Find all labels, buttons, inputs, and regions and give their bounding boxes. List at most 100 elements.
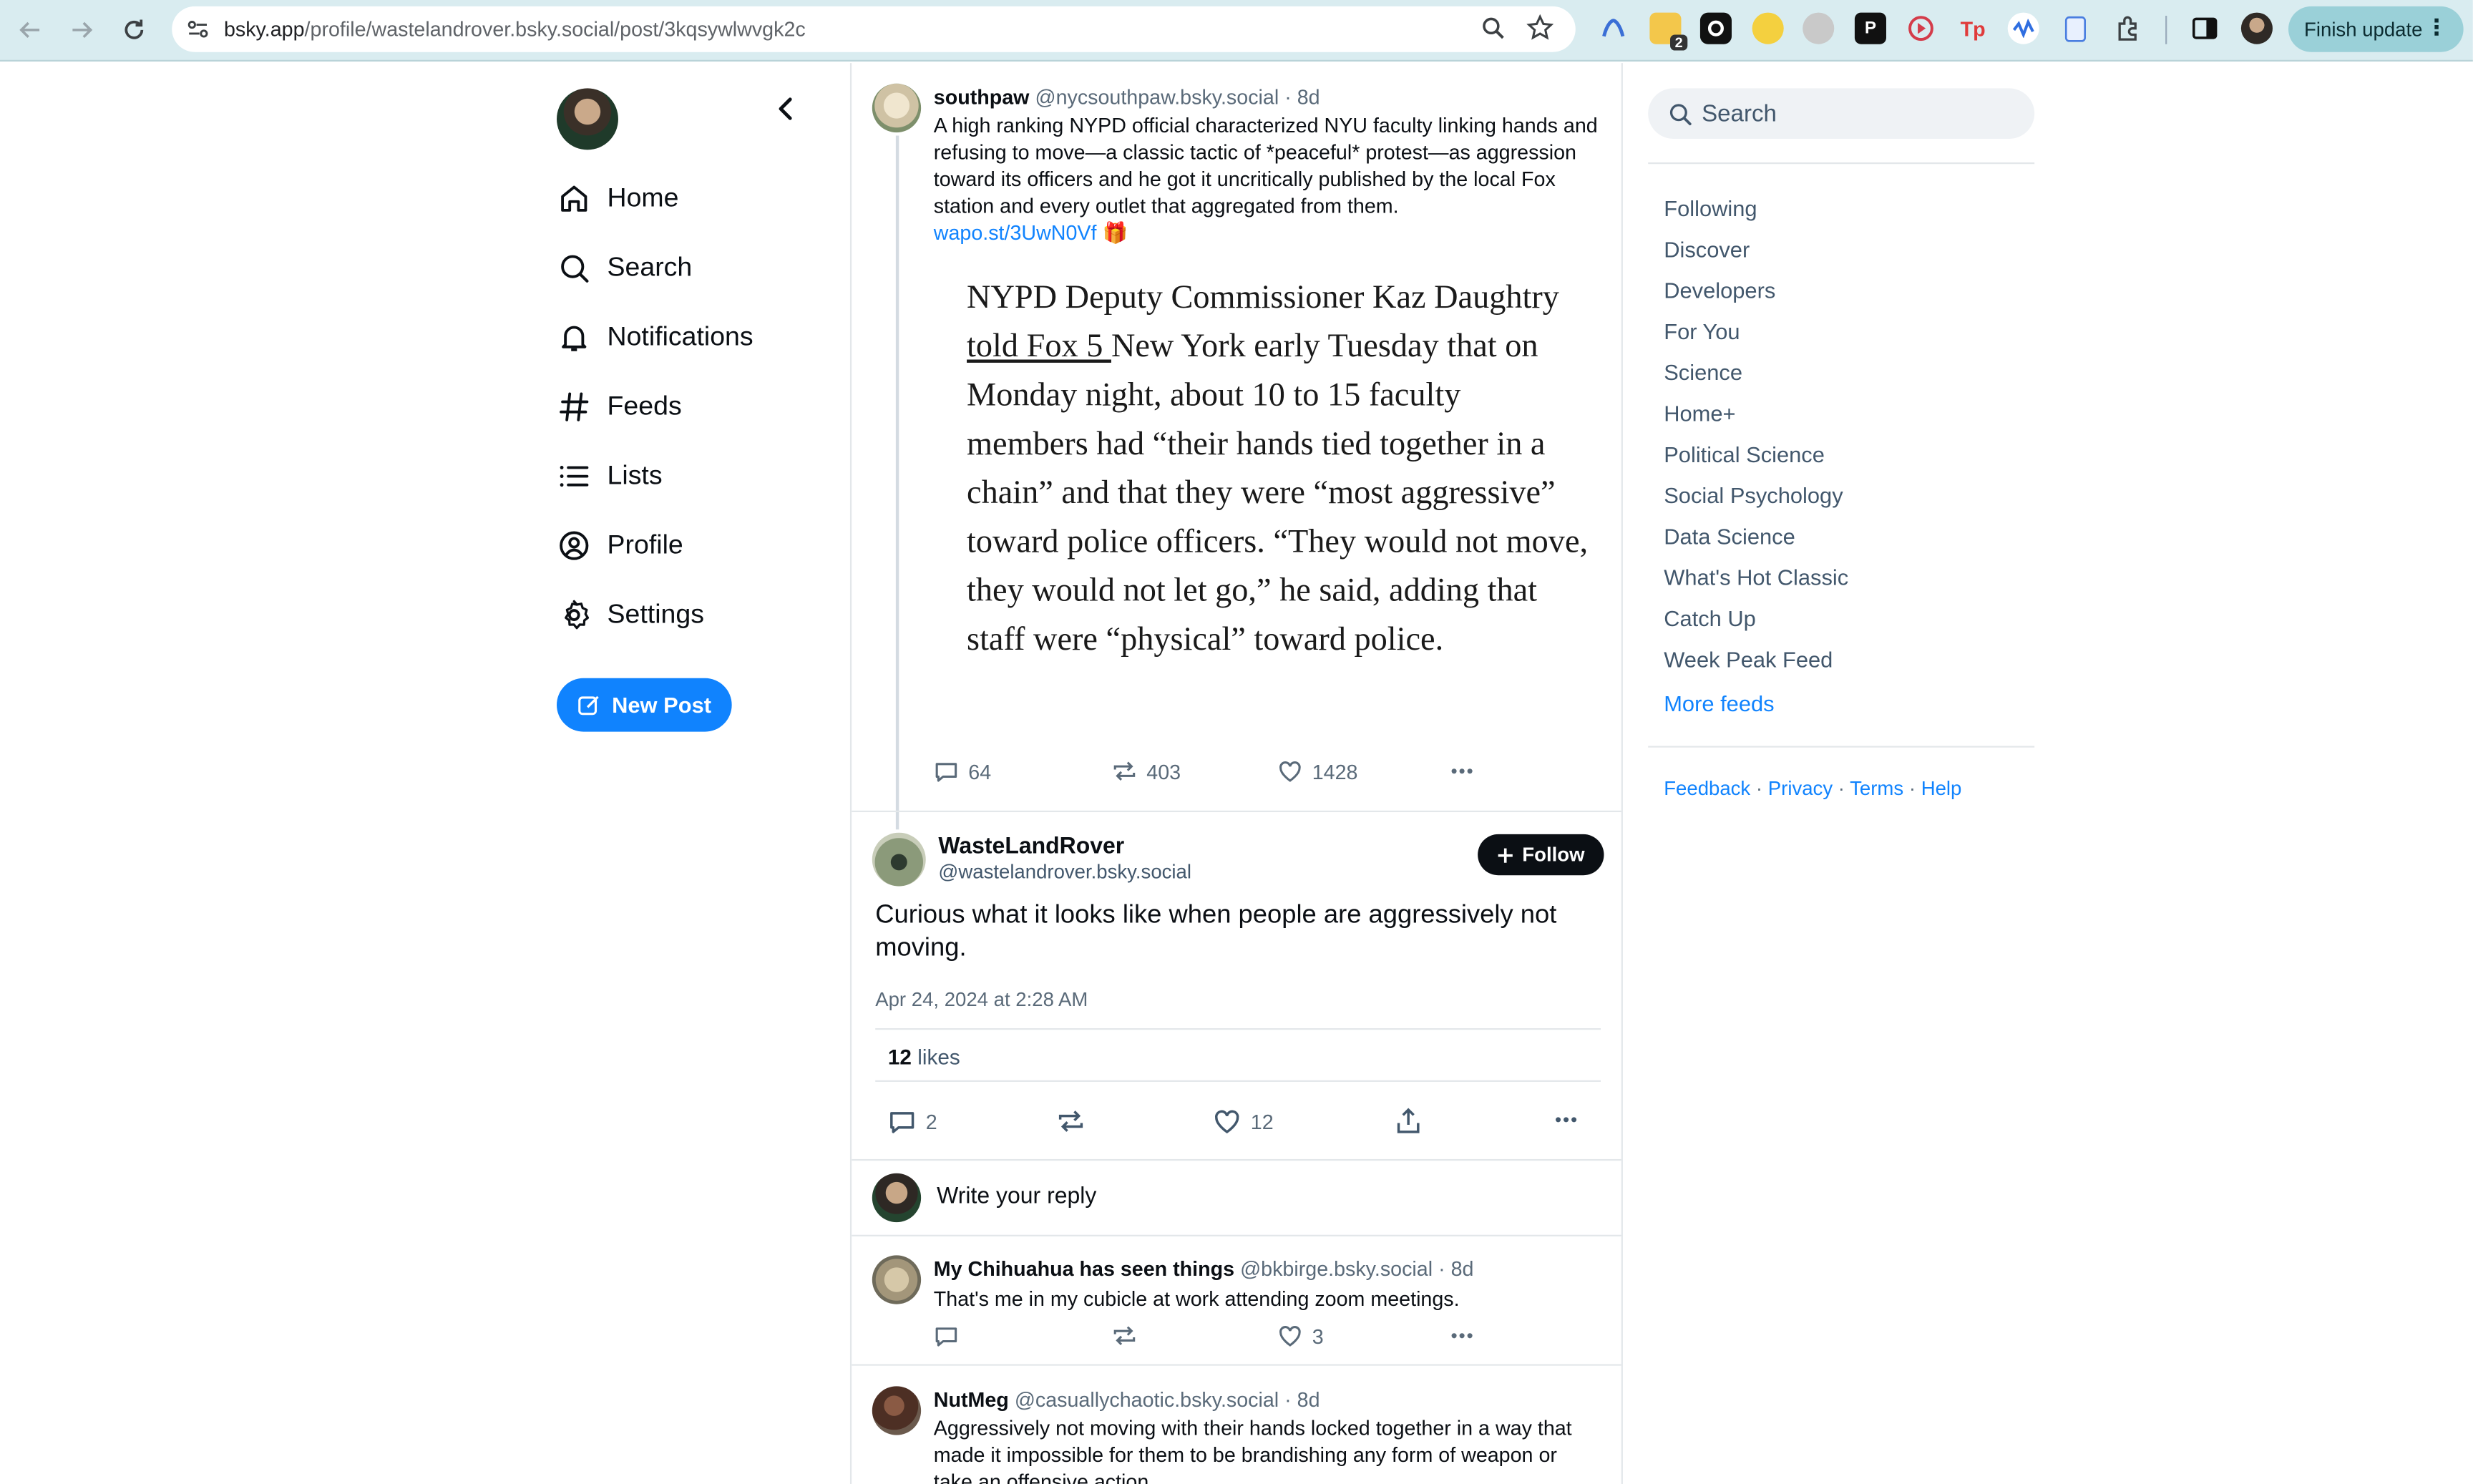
my-avatar[interactable] (557, 88, 618, 150)
parent-post-link[interactable]: wapo.st/3UwN0Vf (934, 221, 1097, 245)
main-post-text: Curious what it looks like when people a… (875, 900, 1557, 962)
extension-5-icon[interactable] (1803, 12, 1835, 44)
plus-icon (1498, 847, 1513, 862)
more-dots-icon (1451, 768, 1473, 774)
reply1-age: · 8d (1438, 1256, 1474, 1281)
divider (1648, 162, 2035, 165)
divider (875, 1080, 1601, 1082)
reply2-author-name[interactable]: NutMeg (934, 1388, 1009, 1412)
privacy-link[interactable]: Privacy (1768, 778, 1833, 800)
main-post-timestamp: Apr 24, 2024 at 2:28 AM (875, 988, 1088, 1011)
nav-feeds[interactable]: Feeds (557, 384, 682, 431)
feed-link-developers[interactable]: Developers (1664, 278, 1775, 303)
main-like-button[interactable]: 12 (1213, 1107, 1274, 1136)
quote-link[interactable]: told Fox 5 (967, 326, 1111, 364)
help-link[interactable]: Help (1921, 778, 1962, 800)
site-settings-icon[interactable] (186, 17, 210, 49)
reload-icon[interactable] (117, 13, 151, 47)
feed-link-data-science[interactable]: Data Science (1664, 524, 1795, 549)
reply2-author-handle[interactable]: @casuallychaotic.bsky.social (1015, 1388, 1279, 1412)
share-button[interactable] (1394, 1107, 1423, 1136)
more-feeds-link[interactable]: More feeds (1664, 690, 1774, 716)
divider (852, 1234, 1621, 1236)
side-panel-icon[interactable] (2189, 13, 2220, 44)
southpaw-avatar[interactable] (872, 83, 922, 133)
back-chevron-icon[interactable] (770, 93, 801, 125)
nav-notifications[interactable]: Notifications (557, 314, 753, 361)
parent-author-handle[interactable]: @nycsouthpaw.bsky.social (1035, 85, 1279, 109)
main-author-handle[interactable]: @wastelandrover.bsky.social (938, 861, 1191, 883)
nav-search[interactable]: Search (557, 245, 692, 292)
toolbar-divider (2165, 16, 2167, 44)
heart-icon (1279, 761, 1301, 782)
extension-wave-icon[interactable] (2007, 12, 2039, 44)
follow-button[interactable]: Follow (1478, 834, 1604, 876)
main-more-button[interactable] (1553, 1107, 1579, 1132)
feed-link-political-science[interactable]: Political Science (1664, 441, 1825, 467)
reply2-avatar[interactable] (872, 1386, 922, 1435)
reply1-reply-button[interactable] (934, 1323, 959, 1348)
follow-label: Follow (1522, 844, 1585, 866)
back-arrow-icon[interactable] (13, 13, 47, 47)
right-sidebar: Search Following Discover Developers For… (1624, 63, 2066, 1484)
extension-4-icon[interactable] (1752, 12, 1784, 44)
zoom-icon[interactable] (1481, 16, 1506, 49)
quote-text-2: New York early Tuesday that on Monday ni… (967, 326, 1589, 658)
extension-folder-icon[interactable]: 2 (1649, 12, 1688, 51)
nav-home[interactable]: Home (557, 175, 679, 223)
write-reply-prompt[interactable]: Write your reply (937, 1184, 1096, 1209)
nav-settings[interactable]: Settings (557, 592, 704, 639)
feed-link-following[interactable]: Following (1664, 195, 1757, 220)
nav-lists[interactable]: Lists (557, 453, 663, 500)
feed-link-science[interactable]: Science (1664, 360, 1742, 385)
nav-profile[interactable]: Profile (557, 522, 683, 570)
share-icon (1397, 1108, 1420, 1133)
likes-summary[interactable]: 12 likes (888, 1045, 960, 1069)
thread-line (895, 135, 899, 830)
feed-link-home-plus[interactable]: Home+ (1664, 401, 1735, 426)
reply1-more-button[interactable] (1449, 1323, 1474, 1348)
reply1-repost-button[interactable] (1112, 1323, 1137, 1348)
feedback-link[interactable]: Feedback (1664, 778, 1750, 800)
reply1-author-name[interactable]: My Chihuahua has seen things (934, 1257, 1234, 1281)
main-author-name[interactable]: WasteLandRover (938, 834, 1124, 859)
parent-reply-button[interactable]: 64 (934, 758, 991, 784)
extension-badge: 2 (1670, 34, 1688, 51)
reply2-text: Aggressively not moving with their hands… (933, 1416, 1572, 1484)
feed-link-discover[interactable]: Discover (1664, 237, 1750, 262)
bookmark-star-icon[interactable] (1526, 14, 1554, 49)
reply1-author-handle[interactable]: @bkbirge.bsky.social (1240, 1257, 1433, 1281)
nav-feeds-label: Feeds (607, 391, 682, 421)
extension-1-icon[interactable] (1598, 13, 1629, 44)
reply1-like-button[interactable]: 3 (1277, 1323, 1324, 1348)
nav-home-label: Home (607, 182, 679, 213)
new-post-button[interactable]: New Post (557, 678, 732, 732)
reply1-avatar[interactable] (872, 1255, 922, 1304)
parent-repost-button[interactable]: 403 (1112, 758, 1181, 784)
wastelandrover-avatar[interactable] (872, 832, 926, 887)
feed-link-social-psychology[interactable]: Social Psychology (1664, 482, 1843, 507)
url-path: /profile/wastelandrover.bsky.social/post… (304, 17, 806, 42)
browser-profile-avatar[interactable] (2240, 12, 2273, 44)
extensions-puzzle-icon[interactable] (2112, 13, 2143, 44)
parent-author-name[interactable]: southpaw (934, 85, 1030, 109)
parent-more-button[interactable] (1449, 758, 1474, 784)
forward-arrow-icon[interactable] (64, 13, 99, 47)
terms-link[interactable]: Terms (1850, 778, 1903, 800)
extension-p-icon[interactable]: P (1854, 12, 1886, 44)
parent-like-button[interactable]: 1428 (1277, 758, 1357, 784)
feed-link-for-you[interactable]: For You (1664, 318, 1740, 343)
main-repost-button[interactable] (1057, 1107, 1086, 1136)
finish-update-button[interactable]: Finish update ⋮ (2288, 6, 2464, 52)
search-input[interactable]: Search (1648, 88, 2035, 139)
likes-summary-count: 12 (887, 1045, 912, 1070)
feed-link-catch-up[interactable]: Catch Up (1664, 605, 1756, 630)
address-bar[interactable]: bsky.app/profile/wastelandrover.bsky.soc… (172, 6, 1576, 52)
feed-link-whats-hot-classic[interactable]: What's Hot Classic (1664, 565, 1848, 590)
extension-play-icon[interactable] (1905, 13, 1936, 44)
feed-link-week-peak-feed[interactable]: Week Peak Feed (1664, 647, 1833, 672)
extension-tp-icon[interactable]: Tp (1957, 13, 1989, 44)
main-reply-button[interactable]: 2 (888, 1107, 937, 1136)
extension-doc-icon[interactable] (2059, 13, 2091, 44)
extension-3-icon[interactable] (1699, 12, 1732, 44)
